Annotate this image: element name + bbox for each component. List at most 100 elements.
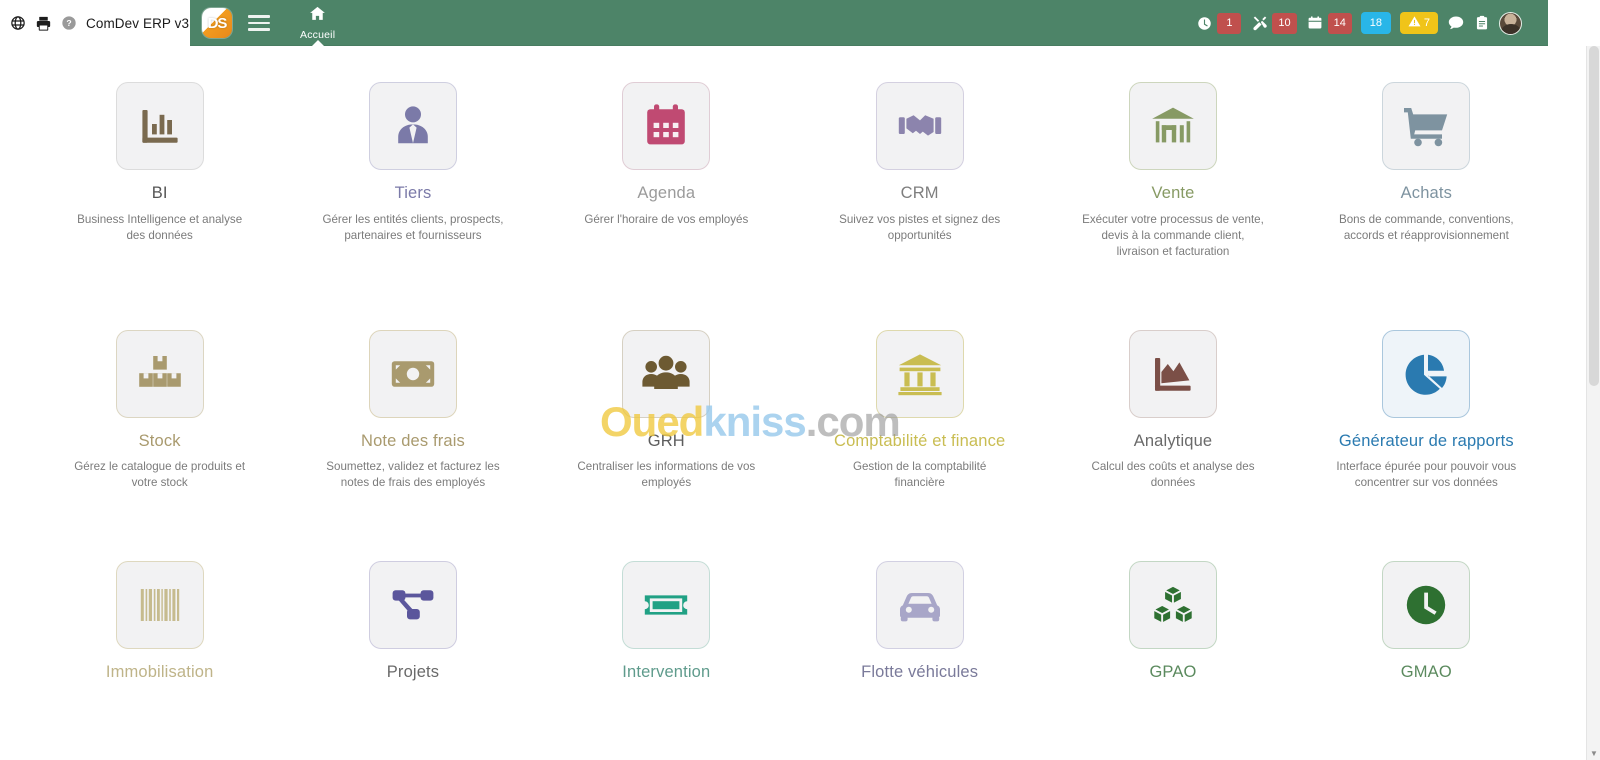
store-icon <box>1152 107 1194 143</box>
user-avatar[interactable] <box>1499 11 1522 35</box>
module-tile-agenda[interactable]: Agenda Gérer l'horaire de vos employés <box>540 82 793 260</box>
module-tile-bi[interactable]: BI Business Intelligence et analyse des … <box>33 82 286 260</box>
module-tile-vente[interactable]: Vente Exécuter votre processus de vente,… <box>1046 82 1299 260</box>
module-title: GPAO <box>1149 663 1197 682</box>
module-description: Bons de commande, conventions, accords e… <box>1338 212 1514 242</box>
module-title: Générateur de rapports <box>1338 431 1514 450</box>
browser-chrome-right <box>1548 0 1600 46</box>
module-title: Vente <box>1151 184 1195 202</box>
clock-circle-icon <box>1407 586 1446 625</box>
module-tile-projets[interactable]: Projets <box>286 561 539 691</box>
module-icon-box <box>875 561 964 650</box>
module-icon-box <box>622 82 711 170</box>
calendar-icon <box>647 104 686 145</box>
help-circle-icon[interactable]: ? <box>61 15 77 31</box>
module-icon-box <box>622 329 711 418</box>
shopping-cart-icon <box>1404 108 1448 147</box>
module-title: Immobilisation <box>105 663 214 682</box>
tab-accueil[interactable]: Accueil <box>292 0 343 47</box>
module-tile-immobilisation[interactable]: Immobilisation <box>33 561 286 691</box>
module-title: GRH <box>647 431 685 450</box>
banknote-icon <box>391 360 435 387</box>
module-icon-box <box>115 561 204 650</box>
clipboard-icon[interactable] <box>1474 15 1490 31</box>
module-grid-area: BI Business Intelligence et analyse des … <box>0 46 1586 760</box>
module-icon-box <box>1128 82 1217 170</box>
status-clock[interactable]: 1 <box>1195 12 1242 34</box>
chat-icon[interactable] <box>1447 14 1465 32</box>
module-title: CRM <box>900 184 939 202</box>
module-tile-gmao[interactable]: GMAO <box>1300 561 1553 691</box>
module-tile-stock[interactable]: Stock Gérez le catalogue de produits et … <box>33 329 286 492</box>
module-title: Intervention <box>622 663 711 682</box>
module-icon-box <box>368 82 457 170</box>
module-icon-box <box>1382 82 1471 170</box>
module-tile-intervention[interactable]: Intervention <box>540 561 793 691</box>
module-description: Exécuter votre processus de vente, devis… <box>1082 212 1264 258</box>
warning-pill[interactable]: 7 <box>1399 12 1438 34</box>
module-tile-crm[interactable]: CRM Suivez vos pistes et signez des oppo… <box>793 82 1046 260</box>
clock-icon <box>1195 16 1214 31</box>
module-title: Tiers <box>394 184 432 202</box>
project-nodes-icon <box>392 590 434 620</box>
module-title: GMAO <box>1400 663 1452 682</box>
status-tools[interactable]: 10 <box>1250 12 1297 34</box>
svg-text:?: ? <box>66 18 71 28</box>
module-description: Gérer les entités clients, prospects, pa… <box>322 212 504 242</box>
module-description: Business Intelligence et analyse des don… <box>77 212 243 242</box>
module-title: Flotte véhicules <box>861 663 979 682</box>
printer-icon[interactable] <box>35 15 52 32</box>
calendar-icon <box>1306 15 1325 31</box>
module-title: Projets <box>386 663 440 682</box>
area-chart-icon <box>1154 357 1191 391</box>
module-tile-flotte-vehicules[interactable]: Flotte véhicules <box>793 561 1046 691</box>
module-icon-box <box>1382 561 1471 650</box>
bar-chart-icon <box>142 110 178 143</box>
module-grid: BI Business Intelligence et analyse des … <box>33 46 1553 691</box>
module-icon-box <box>115 82 204 170</box>
module-description: Gérez le catalogue de produits et votre … <box>74 460 246 490</box>
hamburger-menu-icon[interactable] <box>248 12 270 34</box>
bank-icon <box>898 354 942 395</box>
scrollbar-thumb[interactable] <box>1589 46 1599 386</box>
car-icon <box>899 593 940 622</box>
module-title: Agenda <box>637 184 696 202</box>
module-tile-comptabilite-finance[interactable]: Comptabilité et finance Gestion de la co… <box>793 329 1046 492</box>
module-icon-box <box>368 561 457 650</box>
module-tile-grh[interactable]: GRH Centraliser les informations de vos … <box>540 329 793 492</box>
module-icon-box <box>875 329 964 418</box>
status-calendar[interactable]: 14 <box>1306 12 1352 34</box>
module-tile-achats[interactable]: Achats Bons de commande, conventions, ac… <box>1300 82 1553 260</box>
module-icon-box <box>1128 329 1217 418</box>
cubes-icon <box>1152 585 1194 625</box>
module-title: BI <box>151 184 168 202</box>
module-icon-box <box>622 561 711 650</box>
module-icon-box <box>368 329 457 418</box>
module-tile-analytique[interactable]: Analytique Calcul des coûts et analyse d… <box>1046 329 1299 492</box>
module-description: Interface épurée pour pouvoir vous conce… <box>1336 460 1517 490</box>
app-logo[interactable]: DS <box>202 8 232 38</box>
vertical-scrollbar[interactable]: ▲ ▼ <box>1586 46 1600 760</box>
handshake-icon <box>898 115 941 136</box>
barcode-icon <box>140 589 179 622</box>
module-description: Calcul des coûts et analyse des données <box>1091 460 1255 490</box>
pie-chart-icon <box>1405 354 1447 395</box>
module-tile-tiers[interactable]: Tiers Gérer les entités clients, prospec… <box>286 82 539 260</box>
boxes-icon <box>138 355 181 387</box>
home-icon <box>308 5 327 27</box>
module-icon-box <box>1128 561 1217 650</box>
erp-home-page: ? ComDev ERP v3.7 DS Accueil 1 10 14 18 … <box>0 0 1600 760</box>
module-description: Suivez vos pistes et signez des opportun… <box>839 212 1001 242</box>
header-status-area: 1 10 14 18 7 <box>1195 11 1548 35</box>
info-pill[interactable]: 18 <box>1360 12 1391 34</box>
module-tile-gpao[interactable]: GPAO <box>1046 561 1299 691</box>
module-description: Centraliser les informations de vos empl… <box>577 460 756 490</box>
scroll-down-arrow[interactable]: ▼ <box>1587 746 1600 760</box>
module-title: Stock <box>138 431 181 450</box>
app-header: DS Accueil 1 10 14 18 7 <box>190 0 1548 47</box>
globe-icon[interactable] <box>10 15 26 31</box>
module-title: Achats <box>1400 184 1452 202</box>
module-tile-generateur-de-rapports[interactable]: Générateur de rapports Interface épurée … <box>1300 329 1553 492</box>
warning-triangle-icon <box>1408 15 1421 31</box>
module-tile-note-des-frais[interactable]: Note des frais Soumettez, validez et fac… <box>286 329 539 492</box>
